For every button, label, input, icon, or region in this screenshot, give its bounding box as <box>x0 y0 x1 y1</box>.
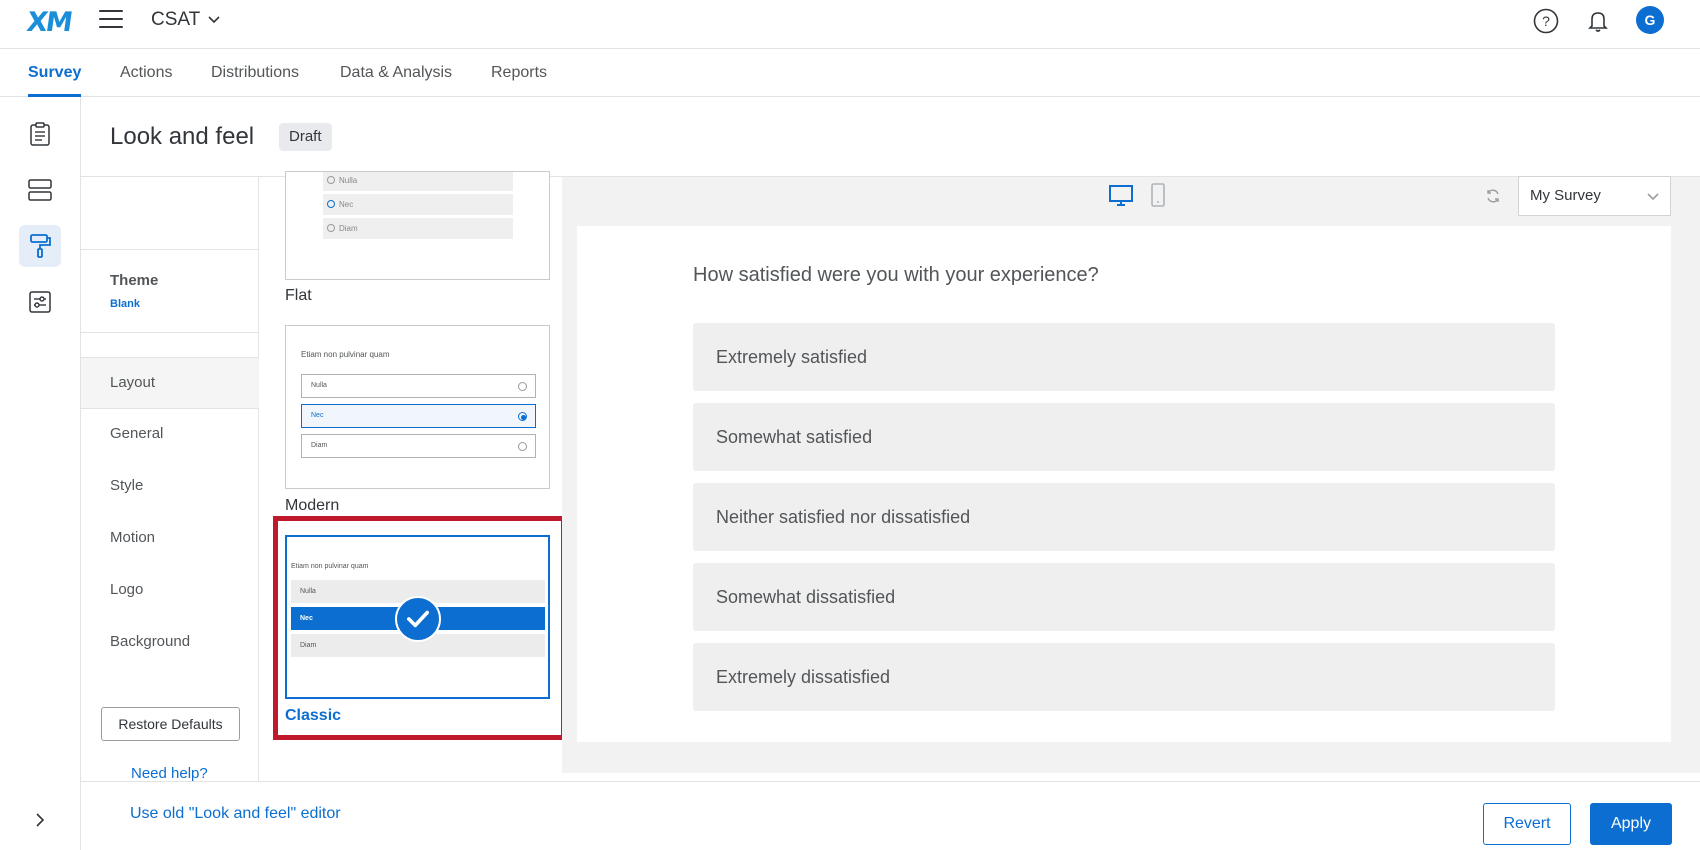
chevron-down-icon <box>1647 193 1659 201</box>
page-header: Look and feel Draft <box>81 97 1700 177</box>
settings-item-motion[interactable]: Motion <box>110 529 155 546</box>
help-icon[interactable]: ? <box>1532 7 1560 35</box>
settings-item-background[interactable]: Background <box>110 633 190 650</box>
xm-logo[interactable]: XM <box>25 7 73 38</box>
survey-select-value: My Survey <box>1530 187 1601 204</box>
survey-select[interactable]: My Survey <box>1518 176 1671 216</box>
chevron-right-icon[interactable] <box>30 810 50 830</box>
top-bar: XM CSAT ? G <box>0 0 1700 49</box>
answer-option[interactable]: Extremely dissatisfied <box>693 643 1555 711</box>
revert-button[interactable]: Revert <box>1483 803 1571 845</box>
left-rail <box>0 97 81 850</box>
question-text: How satisfied were you with your experie… <box>693 264 1099 286</box>
flat-option: Nulla <box>323 172 513 191</box>
tab-distributions[interactable]: Distributions <box>211 49 299 97</box>
page-title: Look and feel <box>110 123 255 150</box>
paint-roller-icon[interactable] <box>19 225 61 267</box>
settings-item-layout[interactable]: Layout <box>81 357 259 409</box>
modern-option: Diam <box>301 434 536 458</box>
theme-selector[interactable]: Theme Blank <box>81 249 259 333</box>
settings-item-style[interactable]: Style <box>110 477 143 494</box>
bell-icon[interactable] <box>1584 7 1612 35</box>
tab-data-analysis[interactable]: Data & Analysis <box>340 49 452 97</box>
survey-editor-icon[interactable] <box>19 113 61 155</box>
layout-card-modern[interactable]: Etiam non pulvinar quam Nulla Nec Diam <box>285 325 550 489</box>
nav-bar: Survey Actions Distributions Data & Anal… <box>0 49 1700 97</box>
preview-area: How satisfied were you with your experie… <box>562 177 1700 773</box>
modern-question: Etiam non pulvinar quam <box>301 350 390 359</box>
checkmark-icon <box>395 596 441 642</box>
layout-name-flat: Flat <box>285 287 312 304</box>
apply-button[interactable]: Apply <box>1590 803 1672 845</box>
tab-reports[interactable]: Reports <box>491 49 547 97</box>
survey-flow-icon[interactable] <box>19 169 61 211</box>
answer-option[interactable]: Extremely satisfied <box>693 323 1555 391</box>
svg-text:?: ? <box>1542 13 1550 29</box>
chevron-down-icon[interactable] <box>207 13 221 27</box>
refresh-icon[interactable] <box>1484 187 1502 205</box>
theme-value: Blank <box>110 298 140 310</box>
status-badge: Draft <box>279 123 332 151</box>
restore-defaults-button[interactable]: Restore Defaults <box>101 707 240 741</box>
tab-actions[interactable]: Actions <box>120 49 172 97</box>
flat-option: Nec <box>323 194 513 215</box>
project-name[interactable]: CSAT <box>151 9 200 31</box>
answer-option[interactable]: Neither satisfied nor dissatisfied <box>693 483 1555 551</box>
modern-option: Nulla <box>301 374 536 398</box>
settings-item-label: Layout <box>110 374 156 391</box>
survey-options-icon[interactable] <box>19 281 61 323</box>
settings-item-general[interactable]: General <box>110 425 163 442</box>
layout-name-modern: Modern <box>285 497 340 514</box>
menu-icon[interactable] <box>99 10 123 30</box>
avatar[interactable]: G <box>1636 6 1664 34</box>
tab-survey[interactable]: Survey <box>28 49 82 97</box>
modern-option: Nec <box>301 404 536 428</box>
old-editor-link[interactable]: Use old "Look and feel" editor <box>130 805 341 823</box>
desktop-icon[interactable] <box>1107 181 1135 209</box>
settings-item-logo[interactable]: Logo <box>110 581 143 598</box>
answer-option[interactable]: Somewhat satisfied <box>693 403 1555 471</box>
layout-card-flat[interactable]: Nulla Nec Diam <box>285 171 550 280</box>
survey-preview: How satisfied were you with your experie… <box>577 226 1671 742</box>
settings-panel: Theme Blank Layout General Style Motion … <box>81 177 259 782</box>
theme-label: Theme <box>110 272 159 289</box>
flat-option: Diam <box>323 218 513 239</box>
footer-bar: Use old "Look and feel" editor Revert Ap… <box>81 781 1700 850</box>
need-help-link[interactable]: Need help? <box>131 765 208 782</box>
mobile-icon[interactable] <box>1149 181 1167 209</box>
answer-option[interactable]: Somewhat dissatisfied <box>693 563 1555 631</box>
